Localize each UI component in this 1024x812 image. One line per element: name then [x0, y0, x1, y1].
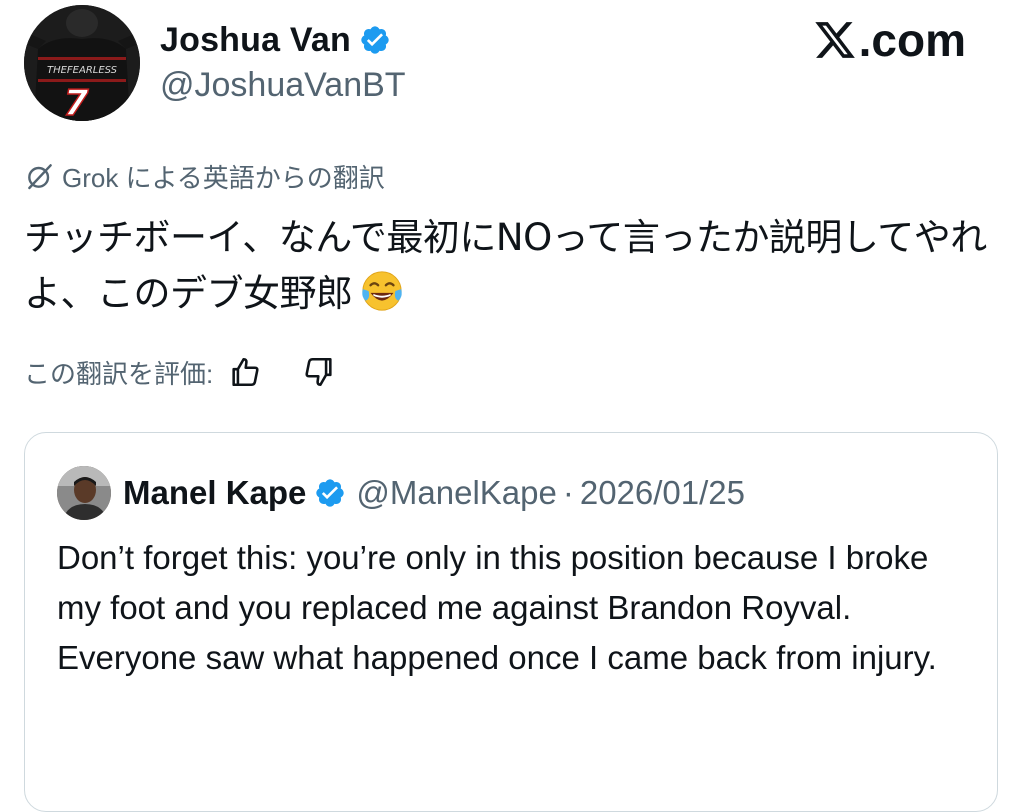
- author-name[interactable]: Joshua Van: [160, 21, 351, 60]
- quoted-post-date[interactable]: 2026/01/25: [580, 474, 745, 512]
- author-name-row: Joshua Van: [160, 18, 391, 62]
- thumbs-up-icon: [232, 357, 259, 387]
- site-watermark: .com: [813, 14, 966, 66]
- quoted-post-text: Don’t forget this: you’re only in this p…: [57, 539, 937, 676]
- separator-dot: ·: [562, 474, 574, 511]
- rate-translation-label: この翻訳を評価:: [24, 358, 214, 389]
- grok-icon: [28, 164, 52, 190]
- quoted-author-avatar[interactable]: [57, 466, 111, 520]
- thumbs-down-icon: [305, 357, 332, 387]
- translation-notice-text: Grok による英語からの翻訳: [62, 162, 385, 193]
- quoted-post-header: Manel Kape @ManelKape · 2026/01/25: [57, 463, 745, 523]
- author-handle[interactable]: @JoshuaVanBT: [160, 66, 406, 105]
- thumbs-up-button[interactable]: [225, 352, 265, 392]
- quoted-post-card[interactable]: Manel Kape @ManelKape · 2026/01/25 Don’t…: [24, 432, 998, 812]
- verified-badge-icon: [361, 26, 389, 54]
- author-avatar[interactable]: THEFEARLESS 7: [24, 5, 140, 121]
- avatar-jersey-number: 7: [63, 83, 88, 121]
- quoted-author-handle[interactable]: @ManelKape: [356, 474, 556, 512]
- thumbs-down-button[interactable]: [299, 352, 339, 392]
- quoted-author-name[interactable]: Manel Kape: [123, 474, 306, 512]
- site-label: .com: [858, 14, 966, 66]
- rate-translation-row: この翻訳を評価:: [24, 350, 339, 394]
- face-with-tears-of-joy-icon: [361, 271, 402, 311]
- post-text-content: チッチボーイ、なんで最初にNOって言ったか説明してやれよ、このデブ女野郎: [24, 216, 987, 315]
- x-logo-icon: [814, 22, 855, 58]
- translation-notice: Grok による英語からの翻訳: [24, 156, 385, 196]
- post-text: チッチボーイ、なんで最初にNOって言ったか説明してやれよ、このデブ女野郎: [24, 210, 1014, 322]
- verified-badge-icon: [316, 479, 345, 507]
- avatar-jersey-text: THEFEARLESS: [47, 65, 118, 76]
